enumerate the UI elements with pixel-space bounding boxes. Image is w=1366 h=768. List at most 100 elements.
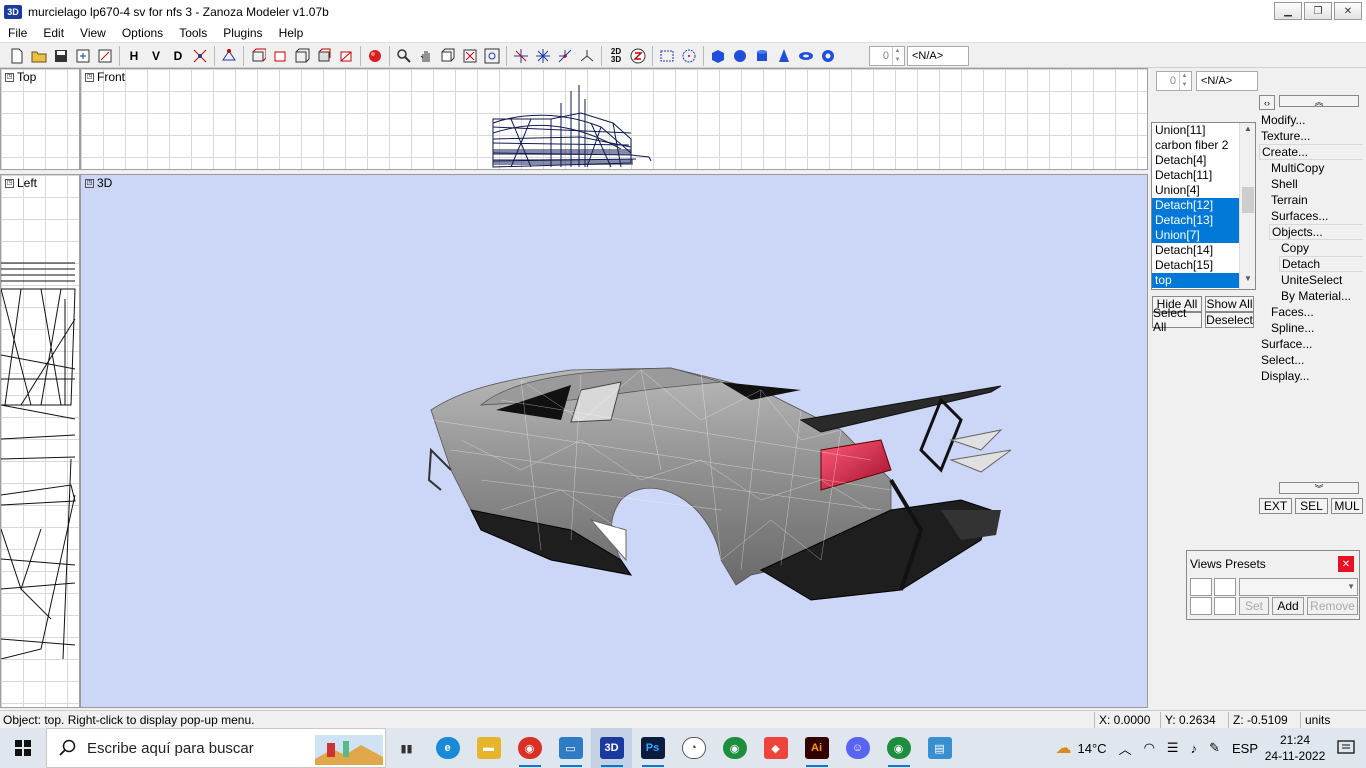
- pan-hand-icon[interactable]: [415, 45, 437, 67]
- scale-icon[interactable]: [554, 45, 576, 67]
- preset-slot[interactable]: [1214, 578, 1236, 596]
- viewport-icon[interactable]: ◳: [5, 178, 14, 188]
- tree-copy[interactable]: Copy: [1281, 241, 1309, 255]
- menu-options[interactable]: Options: [114, 26, 171, 40]
- vertical-button[interactable]: V: [145, 45, 167, 67]
- menu-view[interactable]: View: [72, 26, 114, 40]
- axis-icon[interactable]: [189, 45, 211, 67]
- tree-uniteselect[interactable]: UniteSelect: [1281, 273, 1342, 287]
- clock[interactable]: 21:24 24-11-2022: [1264, 732, 1326, 764]
- list-item[interactable]: Detach[11]: [1152, 168, 1239, 183]
- preset-set-button[interactable]: Set: [1239, 597, 1269, 615]
- zoom-icon[interactable]: [393, 45, 415, 67]
- rotate-icon[interactable]: [532, 45, 554, 67]
- list-item[interactable]: Union[7]: [1152, 228, 1239, 243]
- viewport-icon[interactable]: ◳: [85, 178, 94, 188]
- tree-by-material[interactable]: By Material...: [1281, 289, 1351, 303]
- taskbar-app-discord[interactable]: ☺: [837, 728, 878, 768]
- preset-combo[interactable]: ▼: [1239, 578, 1358, 596]
- list-item[interactable]: Detach[14]: [1152, 243, 1239, 258]
- scroll-up-chevron-icon[interactable]: ︽: [1279, 95, 1359, 107]
- tree-spline[interactable]: Spline...: [1271, 321, 1314, 335]
- tree-surfaces[interactable]: Surfaces...: [1271, 209, 1328, 223]
- language-indicator[interactable]: ESP: [1232, 741, 1258, 756]
- show-all-button[interactable]: Show All: [1205, 296, 1254, 312]
- viewport-front[interactable]: ◳ Front: [80, 68, 1148, 170]
- taskbar-app-task-view[interactable]: ▮▮: [386, 728, 427, 768]
- new-file-icon[interactable]: [6, 45, 28, 67]
- tree-surface[interactable]: Surface...: [1261, 337, 1312, 351]
- viewport-left[interactable]: ◳ Left: [0, 174, 80, 708]
- menu-file[interactable]: File: [0, 26, 35, 40]
- list-item[interactable]: Detach[13]: [1152, 213, 1239, 228]
- volume-icon[interactable]: ♪: [1191, 741, 1198, 756]
- temperature-label[interactable]: 14°C: [1078, 741, 1107, 756]
- vertex-icon[interactable]: [218, 45, 240, 67]
- export-icon[interactable]: [72, 45, 94, 67]
- search-input[interactable]: Escribe aquí para buscar: [46, 728, 386, 768]
- chevron-up-icon[interactable]: ︿: [1119, 739, 1132, 758]
- toolbar-spin-field[interactable]: 0 ▲ ▼: [869, 45, 905, 66]
- panel-na-field[interactable]: <N/A>: [1196, 71, 1258, 91]
- close-button[interactable]: ✕: [1334, 2, 1362, 20]
- tree-objects[interactable]: Objects...: [1269, 224, 1363, 240]
- create-box-icon[interactable]: [707, 45, 729, 67]
- select-rect-icon[interactable]: [656, 45, 678, 67]
- minimize-button[interactable]: ▁: [1274, 2, 1302, 20]
- close-icon[interactable]: ✕: [1338, 556, 1354, 572]
- taskbar-app-chrome-profile[interactable]: ◉: [509, 728, 550, 768]
- taskbar-app-zanoza-modeler[interactable]: 3D: [591, 728, 632, 768]
- taskbar-app-illustrator[interactable]: Ai: [796, 728, 837, 768]
- create-cylinder-icon[interactable]: [751, 45, 773, 67]
- taskbar-app-remote-desktop[interactable]: ▭: [550, 728, 591, 768]
- viewport-icon[interactable]: ◳: [85, 72, 94, 82]
- tree-modify[interactable]: Modify...: [1261, 113, 1305, 127]
- preset-slot[interactable]: [1190, 578, 1212, 596]
- horizontal-button[interactable]: H: [123, 45, 145, 67]
- move-icon[interactable]: [510, 45, 532, 67]
- create-cone-icon[interactable]: [773, 45, 795, 67]
- preset-slot[interactable]: [1214, 597, 1236, 615]
- scroll-up-icon[interactable]: ▲: [1240, 124, 1255, 138]
- tree-detach[interactable]: Detach: [1279, 256, 1363, 272]
- maximize-button[interactable]: ❐: [1304, 2, 1332, 20]
- taskbar-app-swirl[interactable]: ◔: [673, 728, 714, 768]
- open-folder-icon[interactable]: [28, 45, 50, 67]
- menu-help[interactable]: Help: [271, 26, 312, 40]
- tree-texture[interactable]: Texture...: [1261, 129, 1310, 143]
- panel-spin-field[interactable]: 0 ▲ ▼: [1156, 71, 1192, 91]
- import-icon[interactable]: [94, 45, 116, 67]
- taskbar-app-anydesk[interactable]: ◆: [755, 728, 796, 768]
- scroll-down-icon[interactable]: ▼: [1240, 274, 1255, 288]
- axis-tripod-icon[interactable]: [576, 45, 598, 67]
- taskbar-app-chrome-ak[interactable]: ◉: [878, 728, 919, 768]
- viewport-icon[interactable]: ◳: [5, 72, 14, 82]
- windows-start-icon[interactable]: [0, 728, 46, 768]
- scroll-down-chevron-icon[interactable]: ︾: [1279, 482, 1359, 494]
- ext-button[interactable]: EXT: [1259, 498, 1292, 514]
- app-icon[interactable]: 3D: [4, 4, 22, 19]
- taskbar-app-file-explorer[interactable]: ▬: [468, 728, 509, 768]
- menu-edit[interactable]: Edit: [35, 26, 72, 40]
- zoom-all-icon[interactable]: [481, 45, 503, 67]
- preset-add-button[interactable]: Add: [1272, 597, 1304, 615]
- network-icon[interactable]: ◠: [1144, 740, 1155, 756]
- list-scrollbar[interactable]: ▲ ▼: [1239, 123, 1255, 289]
- 2d-3d-toggle-icon[interactable]: 2D 3D: [605, 45, 627, 67]
- taskbar-app-chrome[interactable]: ◉: [714, 728, 755, 768]
- weather-icon[interactable]: ☁: [1056, 738, 1072, 758]
- viewport-top[interactable]: ◳ Top: [0, 68, 80, 170]
- box-icon[interactable]: [247, 45, 269, 67]
- z-axis-icon[interactable]: [627, 45, 649, 67]
- select-circle-icon[interactable]: [678, 45, 700, 67]
- toolbar-na-field[interactable]: <N/A>: [907, 45, 969, 66]
- tree-faces[interactable]: Faces...: [1271, 305, 1314, 319]
- save-icon[interactable]: [50, 45, 72, 67]
- material-sphere-icon[interactable]: [364, 45, 386, 67]
- cube-wire-icon[interactable]: [291, 45, 313, 67]
- sel-button[interactable]: SEL: [1295, 498, 1328, 514]
- tree-multicopy[interactable]: MultiCopy: [1271, 161, 1324, 175]
- list-item[interactable]: top: [1152, 273, 1239, 288]
- tree-create[interactable]: Create...: [1259, 144, 1363, 160]
- list-item[interactable]: Detach[15]: [1152, 258, 1239, 273]
